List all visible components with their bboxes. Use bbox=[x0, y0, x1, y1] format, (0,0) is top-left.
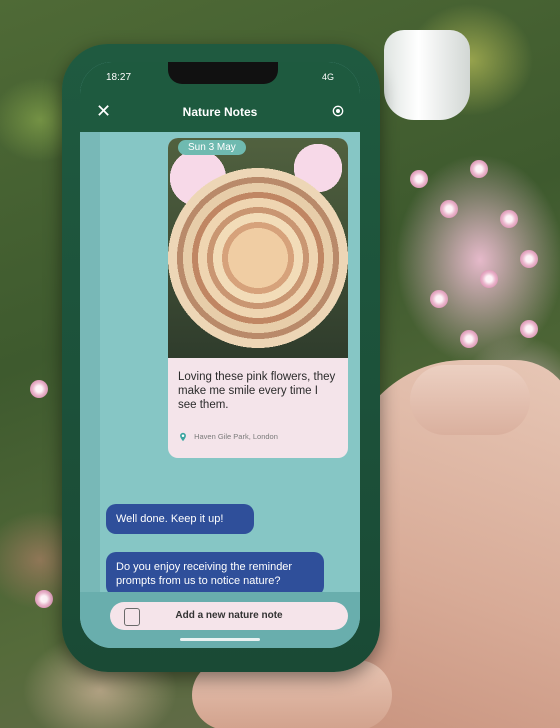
date-chip: Sun 3 May bbox=[178, 140, 246, 155]
nature-note-card[interactable]: Loving these pink flowers, they make me … bbox=[168, 138, 348, 458]
message-bubble: Well done. Keep it up! bbox=[106, 504, 254, 534]
app-header: ✕ Nature Notes bbox=[80, 94, 360, 132]
left-edge-tint bbox=[80, 132, 100, 592]
gear-icon[interactable] bbox=[330, 103, 346, 119]
phone-screen: 18:27 4G ✕ Nature Notes Loving these pin… bbox=[80, 62, 360, 648]
flower bbox=[480, 270, 498, 288]
note-location: Haven Gile Park, London bbox=[178, 432, 338, 442]
home-indicator[interactable] bbox=[180, 638, 260, 641]
flower bbox=[500, 210, 518, 228]
location-label: Haven Gile Park, London bbox=[194, 432, 278, 441]
flower bbox=[430, 290, 448, 308]
plant-pot bbox=[384, 30, 470, 120]
flower bbox=[410, 170, 428, 188]
note-photo bbox=[168, 138, 348, 358]
chat-area: Loving these pink flowers, they make me … bbox=[80, 132, 360, 596]
flower bbox=[440, 200, 458, 218]
add-nature-note-label: Add a new nature note bbox=[175, 610, 283, 621]
notch bbox=[168, 62, 278, 84]
status-time: 18:27 bbox=[106, 72, 132, 83]
status-signal: 4G bbox=[321, 72, 334, 82]
location-pin-icon bbox=[180, 432, 186, 442]
flower bbox=[460, 330, 478, 348]
flower bbox=[470, 160, 488, 178]
flower bbox=[35, 590, 53, 608]
status-bar: 18:27 4G bbox=[80, 62, 360, 94]
message-bubble: Do you enjoy receiving the reminder prom… bbox=[106, 552, 324, 596]
thumb bbox=[410, 365, 530, 435]
flower bbox=[520, 250, 538, 268]
page-title: Nature Notes bbox=[182, 105, 258, 119]
add-nature-note-button[interactable]: Add a new nature note bbox=[110, 602, 348, 630]
flower bbox=[30, 380, 48, 398]
bottom-action-bar: Add a new nature note bbox=[80, 592, 360, 648]
flower bbox=[520, 320, 538, 338]
note-text: Loving these pink flowers, they make me … bbox=[178, 371, 336, 411]
